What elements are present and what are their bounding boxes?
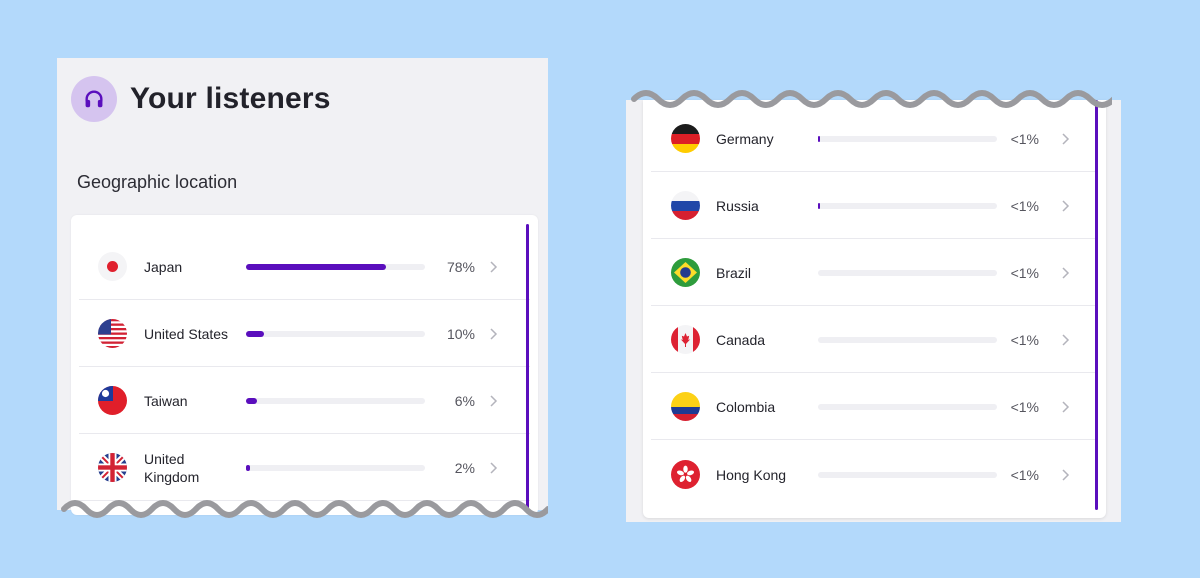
list-item[interactable]: Colombia <1%	[651, 374, 1098, 440]
percent-label: <1%	[1010, 265, 1039, 281]
share-bar	[818, 404, 997, 410]
scrollbar[interactable]	[1095, 100, 1098, 510]
country-list-card: Japan 78% United States 10% Taiwan 6% Un…	[71, 215, 538, 515]
country-name: Russia	[716, 198, 759, 214]
share-bar-fill	[818, 136, 820, 142]
headphones-icon	[71, 76, 117, 122]
flag-brazil-icon	[671, 258, 700, 287]
share-bar	[818, 270, 997, 276]
share-bar	[246, 465, 425, 471]
chevron-right-icon	[1062, 334, 1070, 346]
scrollbar[interactable]	[526, 224, 529, 510]
list-item[interactable]: Russia <1%	[651, 173, 1098, 239]
flag-united-kingdom-icon	[98, 453, 127, 482]
percent-label: <1%	[1010, 467, 1039, 483]
chevron-right-icon	[1062, 469, 1070, 481]
percent-label: 2%	[454, 460, 475, 476]
country-list-card-continued: Germany <1% Russia <1% Brazil <1% Canada…	[643, 100, 1106, 518]
row-divider	[651, 238, 1098, 239]
flag-taiwan-icon	[98, 386, 127, 415]
flag-canada-icon	[671, 325, 700, 354]
page-title: Your listeners	[130, 82, 331, 115]
row-divider	[79, 366, 530, 367]
list-item[interactable]: Hong Kong <1%	[651, 442, 1098, 508]
country-name: Brazil	[716, 265, 752, 281]
flag-united-states-icon	[98, 319, 127, 348]
list-item[interactable]: Germany <1%	[651, 106, 1098, 172]
share-bar	[246, 264, 425, 270]
list-item[interactable]: Japan 78%	[79, 234, 530, 300]
share-bar-fill	[246, 465, 250, 471]
list-item[interactable]: Brazil <1%	[651, 240, 1098, 306]
share-bar-fill	[246, 264, 386, 270]
percent-label: 6%	[454, 393, 475, 409]
country-name: Colombia	[716, 399, 776, 415]
share-bar-fill	[246, 331, 264, 337]
row-divider	[651, 305, 1098, 306]
chevron-right-icon	[490, 395, 498, 407]
section-title: Geographic location	[77, 172, 238, 192]
flag-colombia-icon	[671, 392, 700, 421]
row-divider	[651, 372, 1098, 373]
chevron-right-icon	[1062, 267, 1070, 279]
chevron-right-icon	[1062, 133, 1070, 145]
chevron-right-icon	[1062, 200, 1070, 212]
country-name: Germany	[716, 131, 774, 147]
share-bar	[818, 472, 997, 478]
list-item[interactable]: United Kingdom 2%	[79, 435, 530, 501]
share-bar	[818, 136, 997, 142]
share-bar	[246, 398, 425, 404]
country-name: Canada	[716, 332, 766, 348]
flag-germany-icon	[671, 124, 700, 153]
country-name: United States	[144, 326, 229, 342]
list-item[interactable]: Canada <1%	[651, 307, 1098, 373]
flag-russia-icon	[671, 191, 700, 220]
listeners-panel-top: Your listeners Geographic location Japan…	[57, 58, 548, 515]
chevron-right-icon	[490, 462, 498, 474]
row-divider	[79, 299, 530, 300]
flag-hong-kong-icon	[671, 460, 700, 489]
percent-label: <1%	[1010, 131, 1039, 147]
torn-edge-decoration	[61, 500, 548, 518]
percent-label: <1%	[1010, 399, 1039, 415]
country-name: Japan	[144, 259, 183, 275]
listeners-panel-continued: Germany <1% Russia <1% Brazil <1% Canada…	[626, 100, 1121, 522]
country-name: Taiwan	[144, 393, 188, 409]
row-divider	[651, 439, 1098, 440]
share-bar-fill	[818, 203, 820, 209]
flag-japan-icon	[98, 252, 127, 281]
chevron-right-icon	[1062, 401, 1070, 413]
percent-label: <1%	[1010, 198, 1039, 214]
list-item[interactable]: Taiwan 6%	[79, 368, 530, 434]
percent-label: <1%	[1010, 332, 1039, 348]
percent-label: 10%	[446, 326, 475, 342]
share-bar-fill	[246, 398, 257, 404]
share-bar	[818, 337, 997, 343]
row-divider	[79, 433, 530, 434]
chevron-right-icon	[490, 261, 498, 273]
country-name: Hong Kong	[716, 467, 787, 483]
country-name: United Kingdom	[144, 451, 200, 485]
row-divider	[651, 171, 1098, 172]
percent-label: 78%	[446, 259, 475, 275]
share-bar	[246, 331, 425, 337]
torn-edge-decoration	[631, 90, 1112, 108]
share-bar	[818, 203, 997, 209]
list-item[interactable]: United States 10%	[79, 301, 530, 367]
chevron-right-icon	[490, 328, 498, 340]
